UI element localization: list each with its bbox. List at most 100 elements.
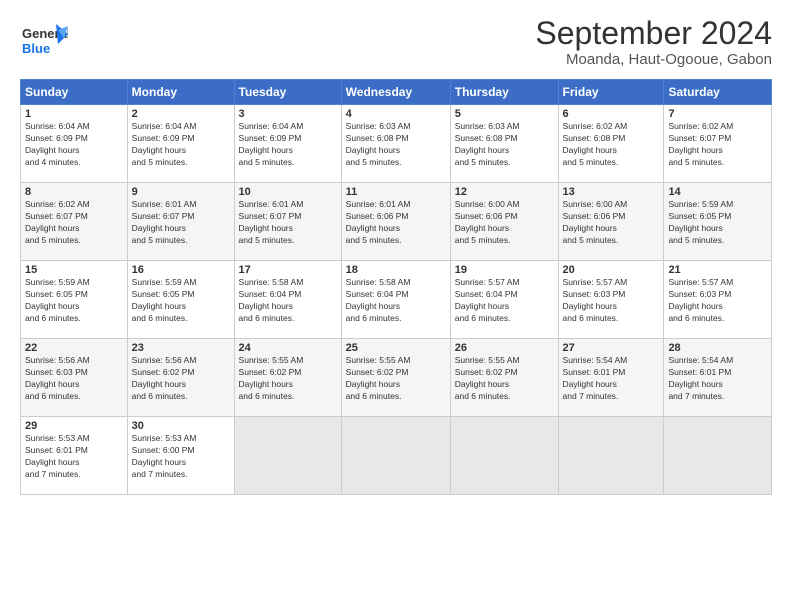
day-number: 6 [563, 108, 660, 120]
col-wednesday: Wednesday [341, 80, 450, 105]
col-sunday: Sunday [21, 80, 128, 105]
calendar-cell: 9Sunrise: 6:01 AMSunset: 6:07 PMDaylight… [127, 183, 234, 261]
day-info: Sunrise: 6:00 AMSunset: 6:06 PMDaylight … [455, 199, 554, 247]
day-info: Sunrise: 5:54 AMSunset: 6:01 PMDaylight … [668, 355, 767, 403]
col-monday: Monday [127, 80, 234, 105]
day-number: 24 [239, 342, 337, 354]
col-tuesday: Tuesday [234, 80, 341, 105]
day-info: Sunrise: 5:57 AMSunset: 6:04 PMDaylight … [455, 277, 554, 325]
calendar-cell [341, 417, 450, 495]
day-number: 9 [132, 186, 230, 198]
calendar-week-row: 29Sunrise: 5:53 AMSunset: 6:01 PMDayligh… [21, 417, 772, 495]
calendar-cell: 6Sunrise: 6:02 AMSunset: 6:08 PMDaylight… [558, 105, 664, 183]
calendar-cell: 10Sunrise: 6:01 AMSunset: 6:07 PMDayligh… [234, 183, 341, 261]
day-info: Sunrise: 5:53 AMSunset: 6:00 PMDaylight … [132, 433, 230, 481]
calendar-cell: 30Sunrise: 5:53 AMSunset: 6:00 PMDayligh… [127, 417, 234, 495]
calendar-header-row: Sunday Monday Tuesday Wednesday Thursday… [21, 80, 772, 105]
calendar-cell: 4Sunrise: 6:03 AMSunset: 6:08 PMDaylight… [341, 105, 450, 183]
calendar-cell: 12Sunrise: 6:00 AMSunset: 6:06 PMDayligh… [450, 183, 558, 261]
day-info: Sunrise: 6:03 AMSunset: 6:08 PMDaylight … [455, 121, 554, 169]
day-info: Sunrise: 6:04 AMSunset: 6:09 PMDaylight … [132, 121, 230, 169]
calendar-cell: 27Sunrise: 5:54 AMSunset: 6:01 PMDayligh… [558, 339, 664, 417]
logo: General Blue [20, 16, 68, 69]
calendar-cell: 2Sunrise: 6:04 AMSunset: 6:09 PMDaylight… [127, 105, 234, 183]
calendar-subtitle: Moanda, Haut-Ogooue, Gabon [535, 51, 772, 68]
calendar-week-row: 22Sunrise: 5:56 AMSunset: 6:03 PMDayligh… [21, 339, 772, 417]
calendar-cell: 13Sunrise: 6:00 AMSunset: 6:06 PMDayligh… [558, 183, 664, 261]
day-info: Sunrise: 5:59 AMSunset: 6:05 PMDaylight … [132, 277, 230, 325]
day-info: Sunrise: 5:59 AMSunset: 6:05 PMDaylight … [25, 277, 123, 325]
day-number: 4 [346, 108, 446, 120]
calendar-cell [664, 417, 772, 495]
calendar-cell: 23Sunrise: 5:56 AMSunset: 6:02 PMDayligh… [127, 339, 234, 417]
day-info: Sunrise: 5:58 AMSunset: 6:04 PMDaylight … [346, 277, 446, 325]
day-info: Sunrise: 6:02 AMSunset: 6:07 PMDaylight … [25, 199, 123, 247]
day-info: Sunrise: 6:01 AMSunset: 6:06 PMDaylight … [346, 199, 446, 247]
logo-icon: General Blue [20, 16, 68, 64]
calendar-cell: 22Sunrise: 5:56 AMSunset: 6:03 PMDayligh… [21, 339, 128, 417]
day-number: 16 [132, 264, 230, 276]
day-info: Sunrise: 6:02 AMSunset: 6:07 PMDaylight … [668, 121, 767, 169]
day-info: Sunrise: 5:56 AMSunset: 6:03 PMDaylight … [25, 355, 123, 403]
calendar-cell: 15Sunrise: 5:59 AMSunset: 6:05 PMDayligh… [21, 261, 128, 339]
day-info: Sunrise: 6:03 AMSunset: 6:08 PMDaylight … [346, 121, 446, 169]
calendar-cell: 18Sunrise: 5:58 AMSunset: 6:04 PMDayligh… [341, 261, 450, 339]
day-number: 29 [25, 420, 123, 432]
day-number: 18 [346, 264, 446, 276]
day-number: 7 [668, 108, 767, 120]
title-block: September 2024 Moanda, Haut-Ogooue, Gabo… [535, 16, 772, 68]
day-number: 25 [346, 342, 446, 354]
calendar-table: Sunday Monday Tuesday Wednesday Thursday… [20, 79, 772, 495]
day-info: Sunrise: 5:53 AMSunset: 6:01 PMDaylight … [25, 433, 123, 481]
day-info: Sunrise: 6:01 AMSunset: 6:07 PMDaylight … [239, 199, 337, 247]
calendar-cell [450, 417, 558, 495]
day-number: 26 [455, 342, 554, 354]
day-number: 10 [239, 186, 337, 198]
calendar-title: September 2024 [535, 16, 772, 51]
day-number: 28 [668, 342, 767, 354]
day-number: 8 [25, 186, 123, 198]
day-info: Sunrise: 5:55 AMSunset: 6:02 PMDaylight … [455, 355, 554, 403]
calendar-cell: 1Sunrise: 6:04 AMSunset: 6:09 PMDaylight… [21, 105, 128, 183]
col-friday: Friday [558, 80, 664, 105]
day-number: 11 [346, 186, 446, 198]
calendar-cell: 20Sunrise: 5:57 AMSunset: 6:03 PMDayligh… [558, 261, 664, 339]
calendar-week-row: 1 Sunrise: 6:04 AMSunset: 6:09 PMDaylight… [21, 105, 772, 183]
day-number: 5 [455, 108, 554, 120]
day-info: Sunrise: 5:55 AMSunset: 6:02 PMDaylight … [346, 355, 446, 403]
day-number: 14 [668, 186, 767, 198]
calendar-cell: 14Sunrise: 5:59 AMSunset: 6:05 PMDayligh… [664, 183, 772, 261]
day-info: Sunrise: 6:02 AMSunset: 6:08 PMDaylight … [563, 121, 660, 169]
day-number: 20 [563, 264, 660, 276]
day-info: Sunrise: 5:57 AMSunset: 6:03 PMDaylight … [668, 277, 767, 325]
day-info: Sunrise: 5:55 AMSunset: 6:02 PMDaylight … [239, 355, 337, 403]
header: General Blue September 2024 Moanda, Haut… [20, 16, 772, 69]
day-info: Sunrise: 5:58 AMSunset: 6:04 PMDaylight … [239, 277, 337, 325]
day-info: Sunrise: 6:04 AMSunset: 6:09 PMDaylight … [239, 121, 337, 169]
calendar-cell [558, 417, 664, 495]
calendar-cell: 21Sunrise: 5:57 AMSunset: 6:03 PMDayligh… [664, 261, 772, 339]
day-number: 1 [25, 108, 123, 120]
calendar-cell: 8Sunrise: 6:02 AMSunset: 6:07 PMDaylight… [21, 183, 128, 261]
svg-text:Blue: Blue [22, 41, 50, 56]
day-number: 17 [239, 264, 337, 276]
day-info: Sunrise: 6:01 AMSunset: 6:07 PMDaylight … [132, 199, 230, 247]
day-number: 22 [25, 342, 123, 354]
calendar-cell: 24Sunrise: 5:55 AMSunset: 6:02 PMDayligh… [234, 339, 341, 417]
day-number: 21 [668, 264, 767, 276]
col-saturday: Saturday [664, 80, 772, 105]
calendar-week-row: 8Sunrise: 6:02 AMSunset: 6:07 PMDaylight… [21, 183, 772, 261]
page: General Blue September 2024 Moanda, Haut… [0, 0, 792, 612]
calendar-cell: 11Sunrise: 6:01 AMSunset: 6:06 PMDayligh… [341, 183, 450, 261]
calendar-week-row: 15Sunrise: 5:59 AMSunset: 6:05 PMDayligh… [21, 261, 772, 339]
calendar-cell [234, 417, 341, 495]
calendar-cell: 3Sunrise: 6:04 AMSunset: 6:09 PMDaylight… [234, 105, 341, 183]
col-thursday: Thursday [450, 80, 558, 105]
calendar-cell: 29Sunrise: 5:53 AMSunset: 6:01 PMDayligh… [21, 417, 128, 495]
calendar-cell: 19Sunrise: 5:57 AMSunset: 6:04 PMDayligh… [450, 261, 558, 339]
day-number: 30 [132, 420, 230, 432]
day-info: Sunrise: 5:59 AMSunset: 6:05 PMDaylight … [668, 199, 767, 247]
calendar-cell: 26Sunrise: 5:55 AMSunset: 6:02 PMDayligh… [450, 339, 558, 417]
day-number: 23 [132, 342, 230, 354]
calendar-cell: 5Sunrise: 6:03 AMSunset: 6:08 PMDaylight… [450, 105, 558, 183]
